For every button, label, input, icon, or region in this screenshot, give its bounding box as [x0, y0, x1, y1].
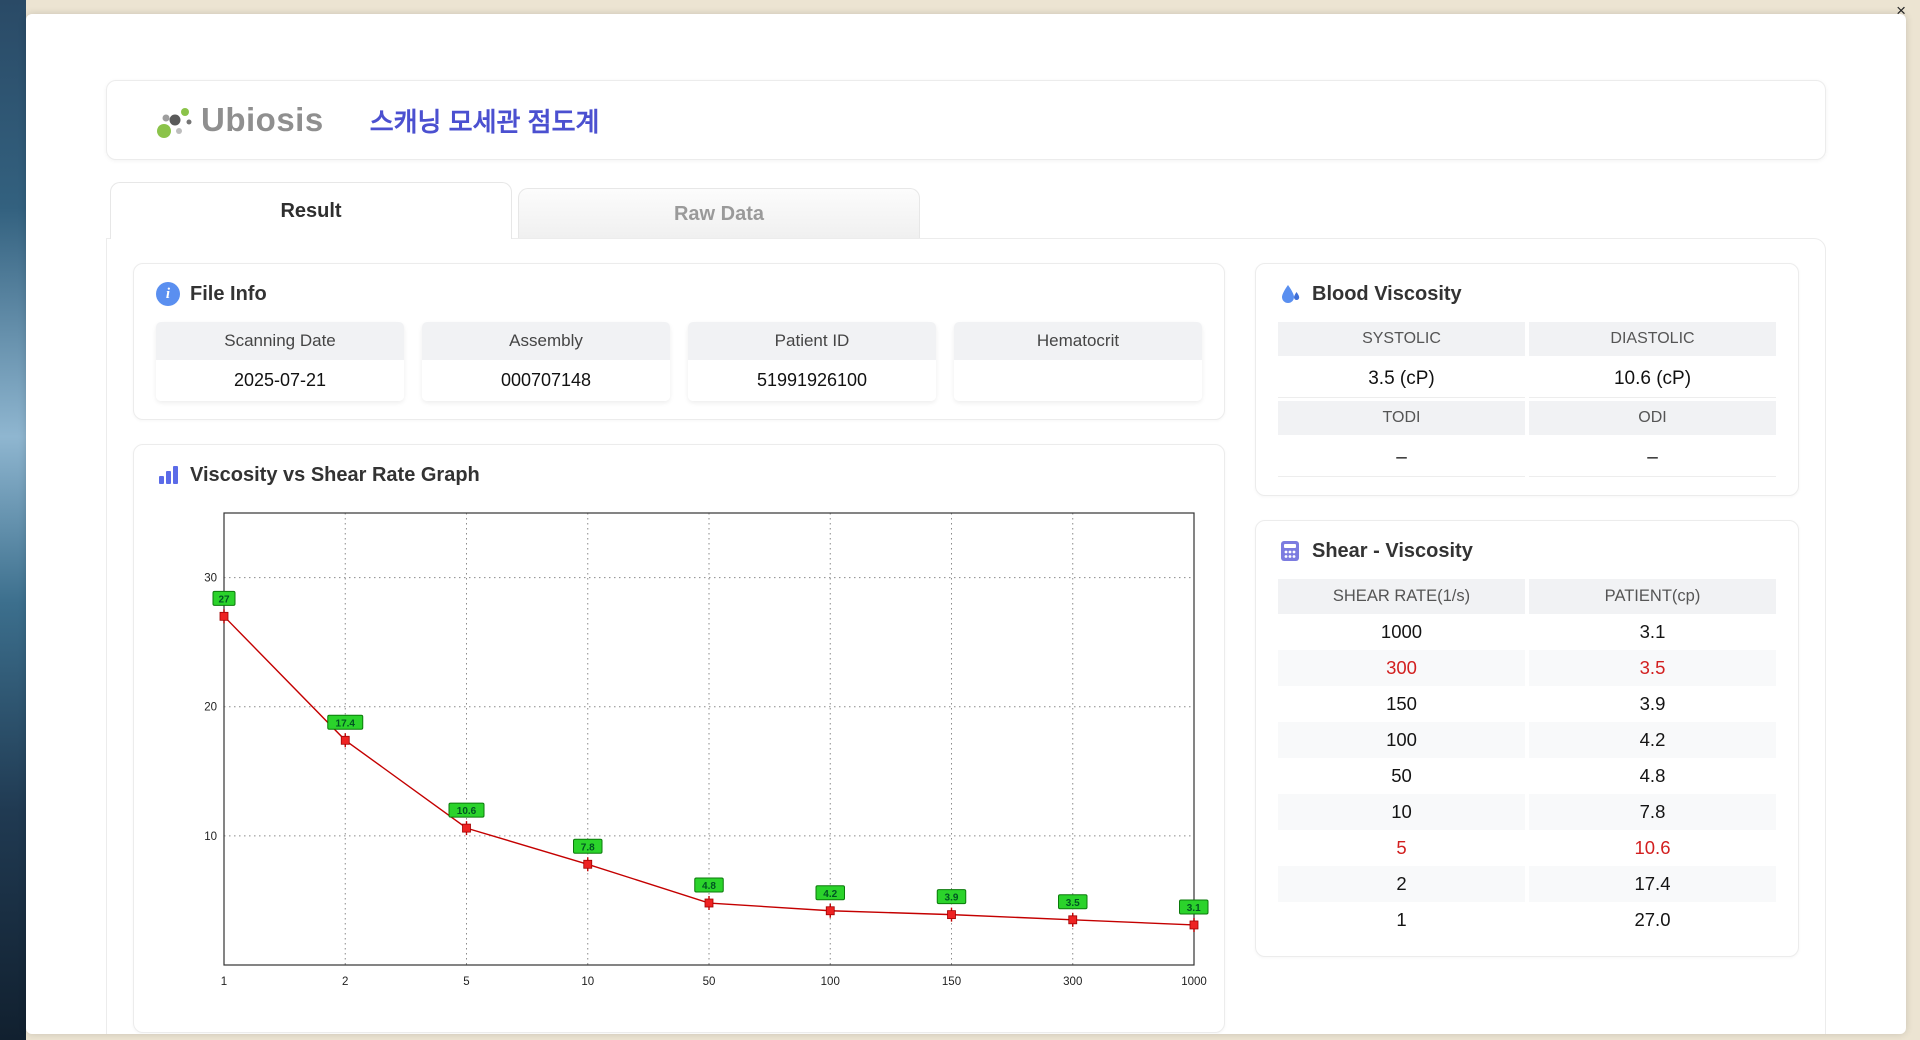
brand-name: Ubiosis [201, 101, 324, 138]
svg-text:100: 100 [821, 976, 840, 988]
tab-raw-data[interactable]: Raw Data [518, 188, 920, 238]
field-label: Hematocrit [954, 322, 1202, 360]
svg-text:300: 300 [1063, 976, 1082, 988]
shear-viscosity-panel: Shear - Viscosity SHEAR RATE(1/s) PATIEN… [1255, 520, 1799, 957]
graph-title: Viscosity vs Shear Rate Graph [190, 463, 480, 486]
svg-text:2: 2 [342, 976, 348, 988]
table-cell-rate: 100 [1278, 722, 1525, 758]
close-icon[interactable]: × [1896, 2, 1906, 19]
droplet-icon [1282, 285, 1300, 303]
field-value: 51991926100 [688, 360, 936, 401]
desktop-wallpaper-strip [0, 0, 26, 1040]
table-cell-rate: 300 [1278, 650, 1525, 686]
svg-text:5: 5 [463, 976, 469, 988]
table-cell-rate: 1000 [1380, 621, 1423, 642]
diastolic-value: 10.6 (cP) [1529, 359, 1776, 398]
svg-text:4.2: 4.2 [823, 889, 837, 900]
file-info-panel: i File Info Scanning Date 2025-07-21 Ass… [133, 263, 1225, 420]
todi-header: TODI [1278, 401, 1525, 435]
field-value: 000707148 [422, 360, 670, 401]
systolic-header: SYSTOLIC [1278, 322, 1525, 356]
table-cell-patient: 7.8 [1529, 794, 1776, 830]
shear-viscosity-title: Shear - Viscosity [1312, 539, 1473, 562]
svg-text:1000: 1000 [1181, 976, 1207, 988]
logo-dots-icon [157, 108, 192, 138]
table-cell-rate: 150 [1386, 693, 1417, 714]
info-icon: i [156, 282, 180, 306]
calculator-icon [1281, 541, 1299, 561]
viscosity-chart: 10 20 30 27 1 17.4 2 10.6 5 7.8 10 4.8 50 4.2 100 3.9 15… [156, 503, 1209, 1014]
blood-viscosity-title: Blood Viscosity [1312, 282, 1462, 305]
svg-text:3.5: 3.5 [1066, 898, 1080, 909]
shear-rate-column-header: SHEAR RATE(1/s) [1278, 579, 1525, 614]
svg-text:10: 10 [204, 831, 217, 843]
table-cell-patient: 27.0 [1634, 909, 1671, 930]
shear-viscosity-table: SHEAR RATE(1/s) PATIENT(cp) 1000 3.1 300… [1278, 579, 1776, 938]
svg-text:3.1: 3.1 [1187, 903, 1201, 914]
viscosity-graph-panel: Viscosity vs Shear Rate Graph 10 20 30 27 1 1… [133, 444, 1225, 1033]
svg-text:4.8: 4.8 [702, 881, 716, 892]
svg-text:30: 30 [204, 573, 217, 585]
field-label: Scanning Date [156, 322, 404, 360]
svg-text:27: 27 [218, 594, 230, 605]
table-cell-rate: 5 [1396, 837, 1407, 858]
field-value: 2025-07-21 [156, 360, 404, 401]
tab-result[interactable]: Result [110, 182, 512, 239]
table-cell-patient: 3.9 [1639, 693, 1666, 714]
app-window: Ubiosis 스캐닝 모세관 점도계 Result Raw Data i Fi… [26, 14, 1906, 1034]
odi-value: – [1529, 438, 1776, 477]
field-assembly: Assembly 000707148 [422, 322, 670, 401]
table-cell-patient: 3.5 [1529, 650, 1776, 686]
blood-viscosity-table: SYSTOLIC DIASTOLIC 3.5 (cP) 10.6 (cP) TO… [1278, 322, 1776, 477]
table-cell-patient: 3.1 [1639, 621, 1666, 642]
blood-viscosity-panel: Blood Viscosity SYSTOLIC DIASTOLIC 3.5 (… [1255, 263, 1799, 496]
svg-text:50: 50 [703, 976, 716, 988]
field-patient-id: Patient ID 51991926100 [688, 322, 936, 401]
svg-text:3.9: 3.9 [945, 893, 959, 904]
odi-header: ODI [1529, 401, 1776, 435]
table-cell-rate: 2 [1278, 866, 1525, 902]
field-label: Assembly [422, 322, 670, 360]
svg-text:10: 10 [581, 976, 594, 988]
svg-text:10.6: 10.6 [457, 806, 477, 817]
field-scanning-date: Scanning Date 2025-07-21 [156, 322, 404, 401]
field-value [954, 360, 1202, 400]
file-info-title: File Info [190, 282, 267, 305]
patient-column-header: PATIENT(cp) [1529, 579, 1776, 614]
svg-text:150: 150 [942, 976, 961, 988]
field-label: Patient ID [688, 322, 936, 360]
table-cell-rate: 50 [1391, 765, 1412, 786]
table-cell-patient: 4.8 [1639, 765, 1666, 786]
ubiosis-logo: Ubiosis [151, 98, 324, 142]
table-cell-patient: 17.4 [1529, 866, 1776, 902]
tab-bar: Result Raw Data [106, 182, 1826, 239]
diastolic-header: DIASTOLIC [1529, 322, 1776, 356]
svg-text:1: 1 [221, 976, 227, 988]
result-panel: i File Info Scanning Date 2025-07-21 Ass… [106, 238, 1826, 1034]
field-hematocrit: Hematocrit [954, 322, 1202, 401]
app-title: 스캐닝 모세관 점도계 [369, 106, 600, 137]
table-cell-rate: 10 [1278, 794, 1525, 830]
bar-chart-icon [159, 466, 178, 484]
systolic-value: 3.5 (cP) [1278, 359, 1525, 398]
svg-text:20: 20 [204, 702, 217, 714]
todi-value: – [1278, 438, 1525, 477]
svg-text:17.4: 17.4 [336, 718, 356, 729]
table-cell-patient: 4.2 [1529, 722, 1776, 758]
svg-text:7.8: 7.8 [581, 842, 595, 853]
table-cell-patient: 10.6 [1634, 837, 1671, 858]
app-header: Ubiosis 스캐닝 모세관 점도계 [106, 80, 1826, 160]
table-cell-rate: 1 [1396, 909, 1407, 930]
file-info-fields: Scanning Date 2025-07-21 Assembly 000707… [156, 322, 1202, 401]
